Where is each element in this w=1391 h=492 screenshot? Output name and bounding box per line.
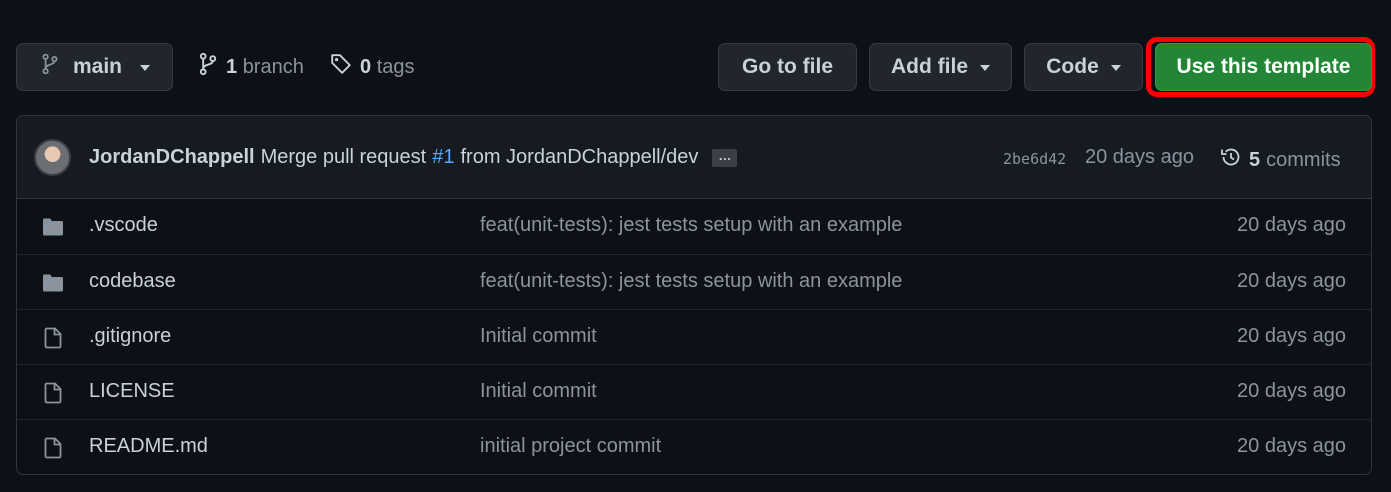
add-file-label: Add file: [891, 55, 968, 78]
chevron-down-icon: [980, 65, 990, 71]
commit-message-prefix[interactable]: Merge pull request: [261, 146, 427, 169]
file-commit-message-link[interactable]: Initial commit: [480, 325, 597, 348]
git-branch-icon: [41, 53, 59, 81]
file-commit-message-link[interactable]: feat(unit-tests): jest tests setup with …: [480, 270, 902, 293]
file-age: 20 days ago: [1237, 214, 1346, 236]
commit-sha-link[interactable]: 2be6d42: [1003, 150, 1066, 168]
go-to-file-button[interactable]: Go to file: [718, 43, 857, 91]
list-item: README.md initial project commit 20 days…: [17, 419, 1371, 474]
git-branch-icon: [198, 52, 218, 82]
expand-commit-message-button[interactable]: …: [712, 148, 738, 167]
branch-name: main: [73, 55, 123, 78]
tags-link[interactable]: 0 tags: [330, 53, 415, 81]
file-name-link[interactable]: .gitignore: [89, 325, 171, 348]
file-commit-message-link[interactable]: initial project commit: [480, 435, 661, 458]
use-this-template-button[interactable]: Use this template: [1155, 43, 1372, 91]
list-item: .gitignore Initial commit 20 days ago: [17, 309, 1371, 364]
commit-author-link[interactable]: JordanDChappell: [89, 146, 255, 169]
folder-icon: [41, 215, 65, 239]
list-item: .vscode feat(unit-tests): jest tests set…: [17, 199, 1371, 254]
use-this-template-label: Use this template: [1176, 55, 1351, 78]
tag-count: 0: [360, 55, 372, 78]
commit-message-suffix[interactable]: from JordanDChappell/dev: [460, 146, 698, 169]
history-icon: [1219, 145, 1243, 175]
list-item: codebase feat(unit-tests): jest tests se…: [17, 254, 1371, 309]
tag-icon: [330, 53, 352, 81]
file-age: 20 days ago: [1237, 435, 1346, 457]
file-icon: [41, 436, 65, 460]
file-age: 20 days ago: [1237, 325, 1346, 347]
file-commit-message-link[interactable]: feat(unit-tests): jest tests setup with …: [480, 214, 902, 237]
file-name-link[interactable]: .vscode: [89, 214, 158, 237]
branch-count: 1: [226, 55, 238, 78]
latest-commit-summary: JordanDChappell Merge pull request #1 fr…: [89, 146, 738, 169]
code-label: Code: [1046, 55, 1099, 78]
branch-selector-button[interactable]: main: [16, 43, 173, 91]
repo-toolbar: main 1 branch 0 tags Go to file Add file…: [16, 37, 1375, 97]
file-age: 20 days ago: [1237, 380, 1346, 402]
latest-commit-bar: JordanDChappell Merge pull request #1 fr…: [17, 116, 1371, 199]
file-name-link[interactable]: codebase: [89, 270, 176, 293]
commit-age: 20 days ago: [1085, 146, 1194, 168]
add-file-button[interactable]: Add file: [869, 43, 1012, 91]
go-to-file-label: Go to file: [742, 55, 833, 78]
file-browser: JordanDChappell Merge pull request #1 fr…: [16, 115, 1372, 475]
pull-request-link[interactable]: #1: [432, 146, 454, 169]
branches-link[interactable]: 1 branch: [198, 52, 304, 82]
chevron-down-icon: [1110, 65, 1121, 71]
file-name-link[interactable]: LICENSE: [89, 380, 175, 403]
commit-word: commits: [1266, 148, 1341, 171]
commit-count: 5: [1249, 148, 1261, 171]
file-list: .vscode feat(unit-tests): jest tests set…: [17, 199, 1371, 474]
file-icon: [41, 381, 65, 405]
file-icon: [41, 326, 65, 350]
chevron-down-icon: [140, 65, 151, 71]
tag-word: tags: [376, 55, 415, 78]
commits-history-link[interactable]: 5 commits: [1219, 145, 1341, 175]
file-commit-message-link[interactable]: Initial commit: [480, 380, 597, 403]
avatar[interactable]: [34, 139, 71, 176]
code-button[interactable]: Code: [1024, 43, 1143, 91]
file-age: 20 days ago: [1237, 270, 1346, 292]
list-item: LICENSE Initial commit 20 days ago: [17, 364, 1371, 419]
branch-word: branch: [242, 55, 304, 78]
folder-icon: [41, 271, 65, 295]
file-name-link[interactable]: README.md: [89, 435, 208, 458]
